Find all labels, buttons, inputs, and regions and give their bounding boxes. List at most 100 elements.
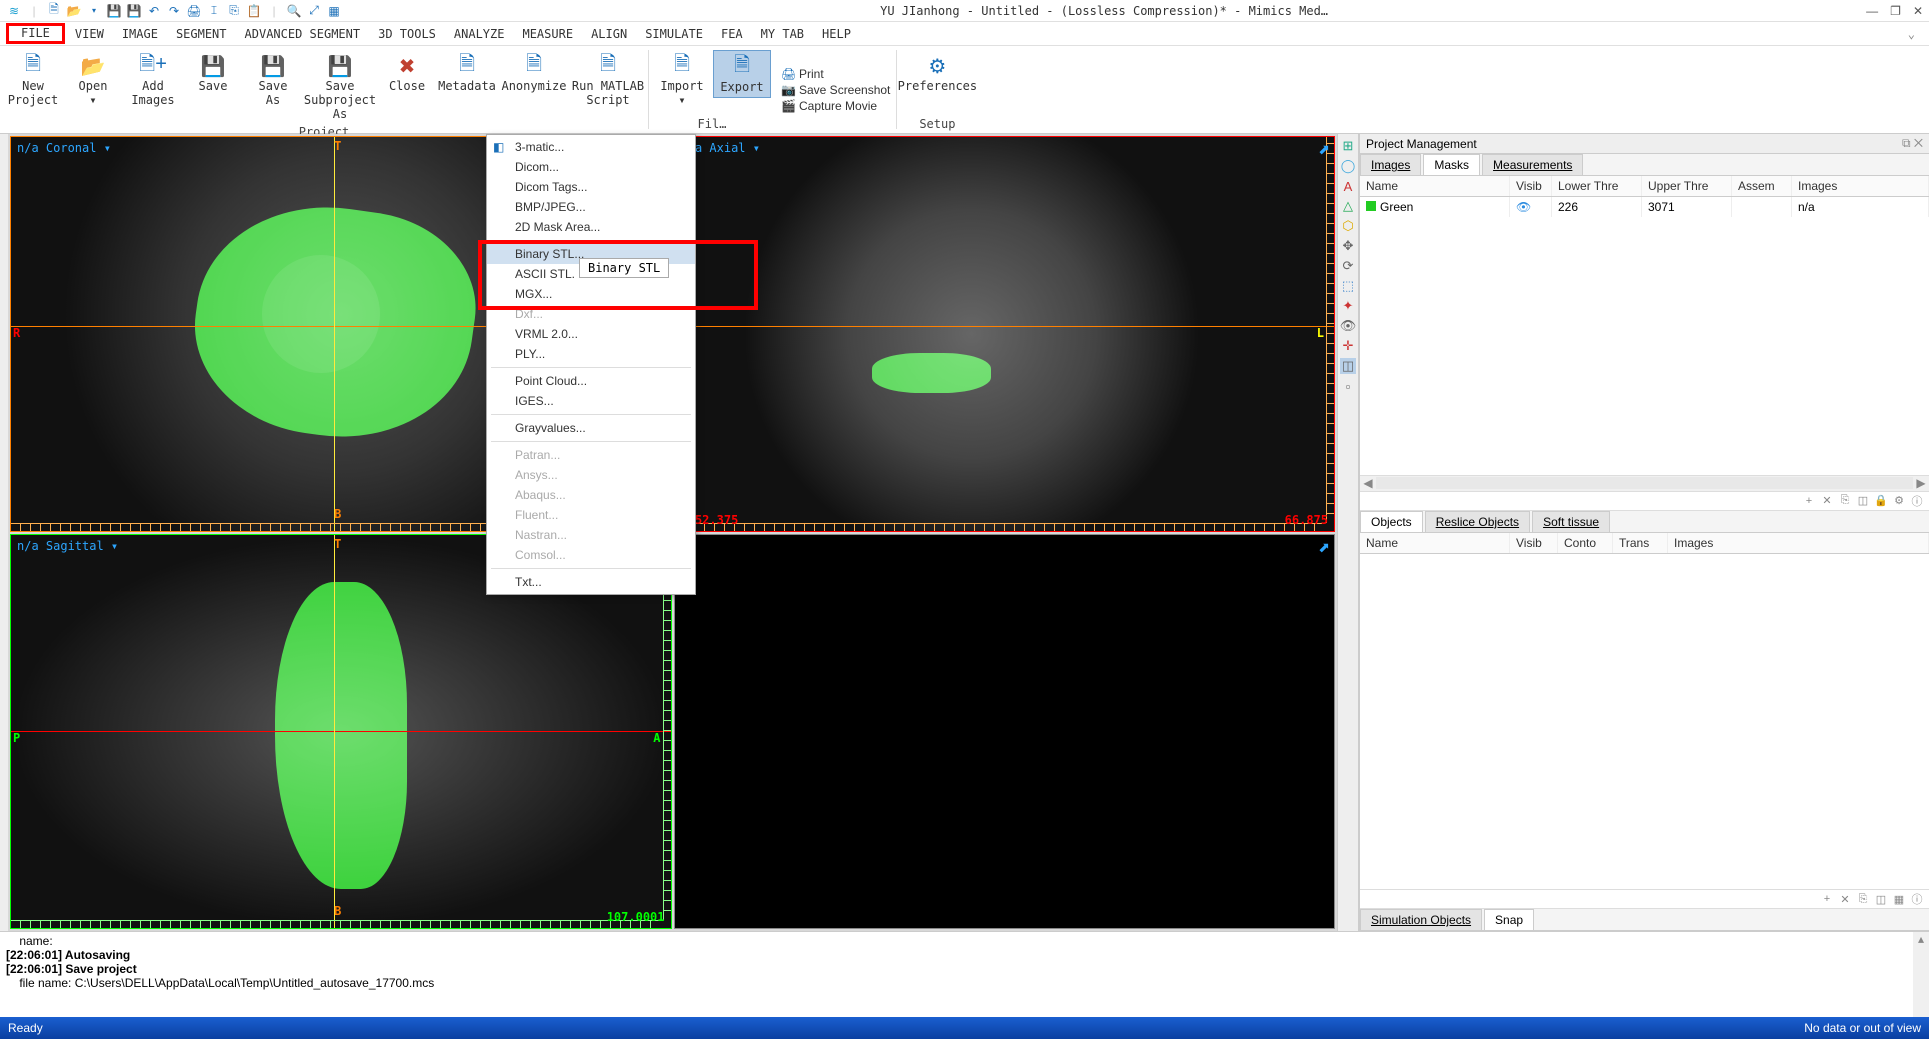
col-name[interactable]: Name [1360, 176, 1510, 196]
menu-my-tab[interactable]: MY TAB [753, 25, 812, 43]
pm-lock-icon[interactable]: 🔒 [1873, 494, 1889, 508]
console-scrollbar[interactable]: ▴ [1913, 932, 1929, 1017]
col-name[interactable]: Name [1360, 533, 1510, 553]
export-item-grayvalues-[interactable]: Grayvalues... [487, 418, 695, 438]
print-link[interactable]: 🖨Print [781, 67, 890, 81]
ribbon-toggle-icon[interactable]: ⌄ [1900, 25, 1923, 43]
anonymize-button[interactable]: 🗎Anonymize [498, 50, 570, 96]
minimize-icon[interactable]: — [1866, 4, 1878, 18]
tool-eye-icon[interactable]: 👁 [1340, 318, 1356, 334]
tab-measurements[interactable]: Measurements [1482, 154, 1583, 175]
save-icon[interactable]: 💾 [106, 3, 122, 19]
pm-popout-icon[interactable]: ⧉ ✕ [1902, 136, 1923, 151]
col-trans[interactable]: Trans [1613, 533, 1668, 553]
redo-icon[interactable]: ↷ [166, 3, 182, 19]
col-contour[interactable]: Conto [1558, 533, 1613, 553]
open-button[interactable]: 📂Open ▾ [64, 50, 122, 110]
menu-segment[interactable]: SEGMENT [168, 25, 235, 43]
tool-axes-icon[interactable]: ✦ [1340, 298, 1356, 314]
zoom-in-icon[interactable]: 🔍 [286, 3, 302, 19]
menu-align[interactable]: ALIGN [583, 25, 635, 43]
add-images-button[interactable]: 🗎+Add Images [124, 50, 182, 110]
pm-hscroll[interactable]: ◀▶ [1360, 475, 1929, 491]
copy-icon[interactable]: ⎘ [226, 3, 242, 19]
tool-cube-icon[interactable]: ⬚ [1340, 278, 1356, 294]
menu-help[interactable]: HELP [814, 25, 859, 43]
view-expand-icon[interactable]: ⬈ [1318, 141, 1330, 158]
menu-file[interactable]: FILE [6, 23, 65, 44]
pm-row-green[interactable]: Green 👁 226 3071 n/a [1360, 197, 1929, 217]
preferences-button[interactable]: ⚙Preferences [901, 50, 973, 96]
undo-icon[interactable]: ↶ [146, 3, 162, 19]
run-matlab-button[interactable]: 🗎Run MATLAB Script [572, 50, 644, 110]
saveas-icon[interactable]: 💾 [126, 3, 142, 19]
pm-copy-icon[interactable]: ⎘ [1837, 494, 1853, 508]
obj-cube-icon[interactable]: ◫ [1873, 892, 1889, 906]
col-assem[interactable]: Assem [1732, 176, 1792, 196]
menu-3d-tools[interactable]: 3D TOOLS [370, 25, 444, 43]
import-button[interactable]: 🗎Import ▾ [653, 50, 711, 110]
view-label[interactable]: n/a Sagittal ▾ [17, 539, 118, 553]
col-images[interactable]: Images [1792, 176, 1929, 196]
export-item-bmp-jpeg-[interactable]: BMP/JPEG... [487, 197, 695, 217]
screenshot-link[interactable]: 📷Save Screenshot [781, 83, 890, 97]
crosshair-v[interactable] [334, 137, 335, 531]
tool-rotate-icon[interactable]: ⟳ [1340, 258, 1356, 274]
export-item-dicom-tags-[interactable]: Dicom Tags... [487, 177, 695, 197]
visibility-eye-icon[interactable]: 👁 [1510, 197, 1552, 217]
save-button[interactable]: 💾Save [184, 50, 242, 96]
menu-measure[interactable]: MEASURE [514, 25, 581, 43]
view-axial[interactable]: n/a Axial ▾ ⬈ -152.375 66.875 R L [674, 136, 1336, 532]
tool-extra-icon[interactable]: ▫ [1340, 378, 1356, 394]
new-project-button[interactable]: 🗎New Project [4, 50, 62, 110]
maximize-icon[interactable]: ❐ [1890, 4, 1901, 18]
tool-hex-icon[interactable]: ⬡ [1340, 218, 1356, 234]
crosshair-h[interactable] [675, 326, 1335, 327]
zoom-tool-icon[interactable]: ⤢ [306, 3, 322, 19]
col-lower[interactable]: Lower Thre [1552, 176, 1642, 196]
tool-selected-icon[interactable]: ◫ [1340, 358, 1356, 374]
crosshair-h[interactable] [11, 731, 671, 732]
export-item-vrml-2-0-[interactable]: VRML 2.0... [487, 324, 695, 344]
obj-del-icon[interactable]: ✕ [1837, 892, 1853, 906]
export-item-point-cloud-[interactable]: Point Cloud... [487, 371, 695, 391]
export-item-txt-[interactable]: Txt... [487, 572, 695, 592]
menu-advanced-segment[interactable]: ADVANCED SEGMENT [237, 25, 369, 43]
menu-simulate[interactable]: SIMULATE [637, 25, 711, 43]
close-button[interactable]: ✖Close [378, 50, 436, 96]
obj-views-icon[interactable]: ▦ [1891, 892, 1907, 906]
col-visible[interactable]: Visib [1510, 176, 1552, 196]
export-item-3-matic-[interactable]: ◧3-matic... [487, 137, 695, 157]
crosshair-v[interactable] [334, 535, 335, 929]
export-item-ply-[interactable]: PLY... [487, 344, 695, 364]
export-item-2d-mask-area-[interactable]: 2D Mask Area... [487, 217, 695, 237]
metadata-button[interactable]: 🗎Metadata [438, 50, 496, 96]
menu-image[interactable]: IMAGE [114, 25, 166, 43]
view-expand-icon[interactable]: ⬈ [1318, 539, 1330, 556]
tab-sim-objects[interactable]: Simulation Objects [1360, 909, 1482, 930]
tab-snap[interactable]: Snap [1484, 909, 1534, 930]
tab-images[interactable]: Images [1360, 154, 1421, 175]
pm-del-icon[interactable]: ✕ [1819, 494, 1835, 508]
save-subproject-button[interactable]: 💾Save Subproject As [304, 50, 376, 123]
tool-target-icon[interactable]: ✛ [1340, 338, 1356, 354]
open-icon[interactable]: 📂 [66, 3, 82, 19]
tool-grid-icon[interactable]: ⊞ [1340, 138, 1356, 154]
qat-dropdown-icon[interactable]: ▾ [86, 3, 102, 19]
obj-info-icon[interactable]: ⓘ [1909, 892, 1925, 906]
pm-add-icon[interactable]: + [1801, 494, 1817, 508]
tab-reslice[interactable]: Reslice Objects [1425, 511, 1530, 532]
view-3d[interactable]: ⬈ [674, 534, 1336, 930]
menu-analyze[interactable]: ANALYZE [446, 25, 513, 43]
menu-view[interactable]: VIEW [67, 25, 112, 43]
grid-icon[interactable]: ▦ [326, 3, 342, 19]
export-item-dicom-[interactable]: Dicom... [487, 157, 695, 177]
col-upper[interactable]: Upper Thre [1642, 176, 1732, 196]
pm-cube-icon[interactable]: ◫ [1855, 494, 1871, 508]
col-visible[interactable]: Visib [1510, 533, 1558, 553]
tool-text-icon[interactable]: A [1340, 178, 1356, 194]
new-icon[interactable]: 🗎 [46, 3, 62, 19]
tab-objects[interactable]: Objects [1360, 511, 1423, 532]
ibar-icon[interactable]: 𝙸 [206, 3, 222, 19]
tab-soft-tissue[interactable]: Soft tissue [1532, 511, 1610, 532]
